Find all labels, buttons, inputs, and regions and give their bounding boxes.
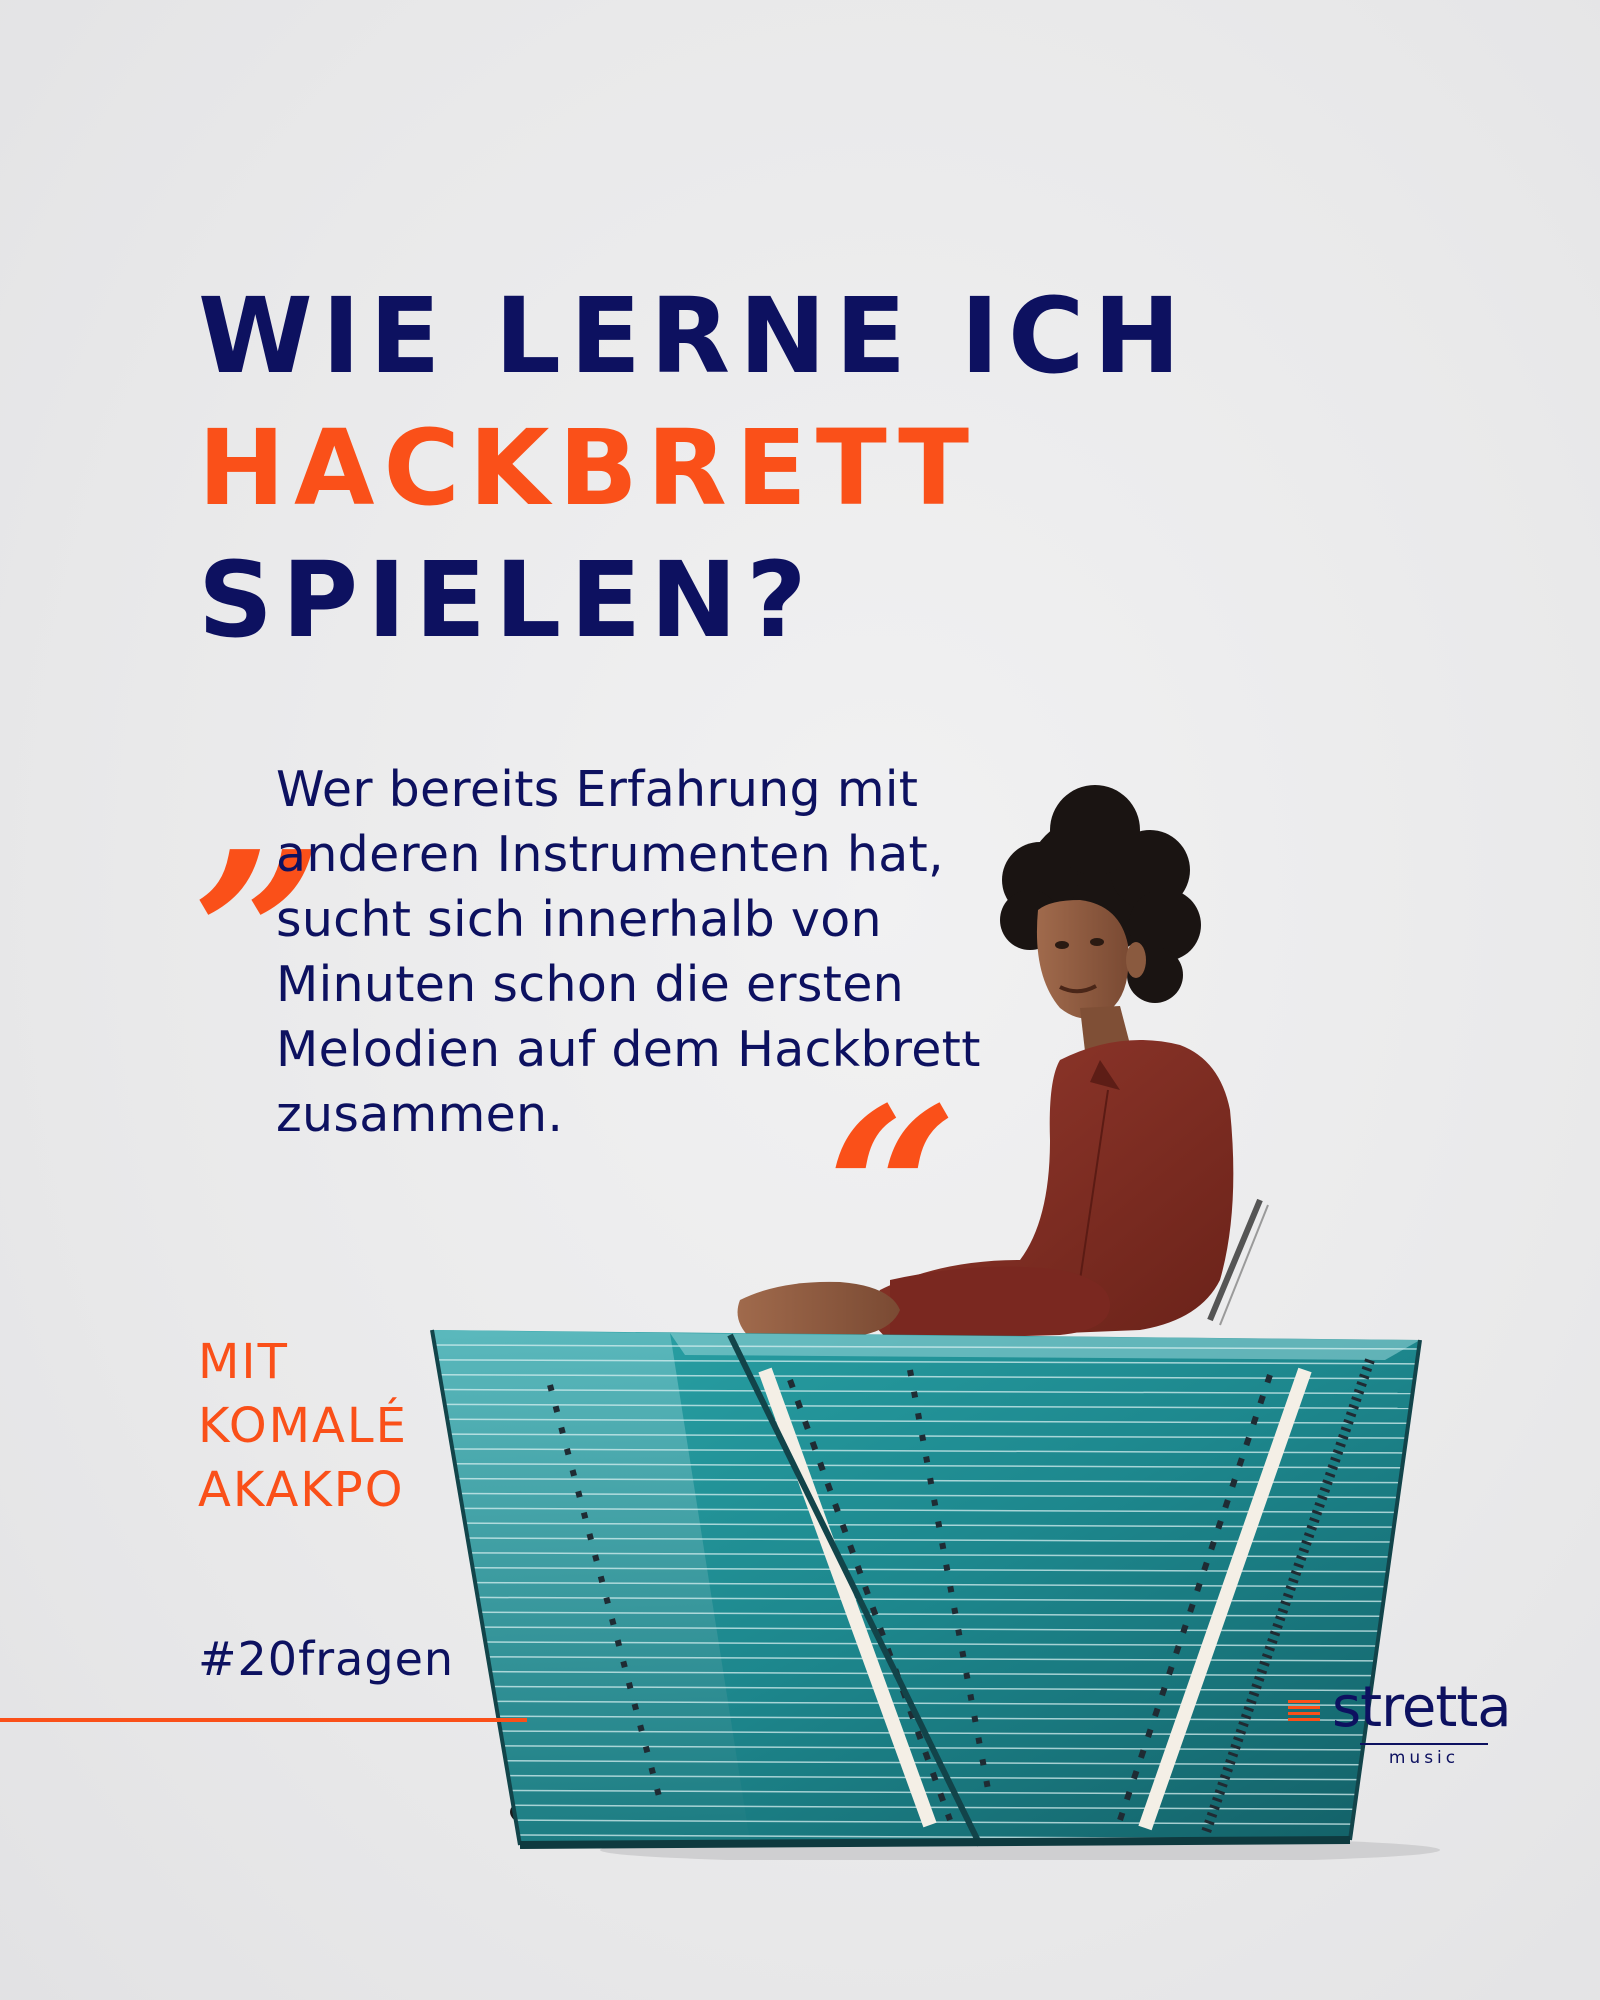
logo-subtitle: music [1388, 1748, 1460, 1768]
logo-wordmark: stretta [1332, 1675, 1512, 1740]
hashtag: #20fragen [198, 1632, 455, 1686]
logo-underline [1360, 1743, 1488, 1745]
guest-line-1: MIT [198, 1334, 289, 1390]
headline: WIE LERNE ICH HACKBRETT SPIELEN? [198, 270, 1189, 666]
headline-line-2: HACKBRETT [198, 407, 979, 529]
logo-bars-icon [1288, 1700, 1320, 1724]
stretta-music-logo: stretta music [1288, 1676, 1518, 1776]
hackbrett-instrument [430, 1329, 1422, 1849]
headline-line-3: SPIELEN? [198, 539, 816, 661]
closing-quote-mark: “ [826, 1058, 959, 1328]
accent-rule [0, 1718, 527, 1722]
guest-name: MIT KOMALÉ AKAKPO [198, 1330, 408, 1522]
headline-line-1: WIE LERNE ICH [198, 275, 1190, 397]
guest-line-3: AKAKPO [198, 1462, 405, 1518]
guest-line-2: KOMALÉ [198, 1398, 408, 1454]
face [1036, 900, 1129, 1019]
